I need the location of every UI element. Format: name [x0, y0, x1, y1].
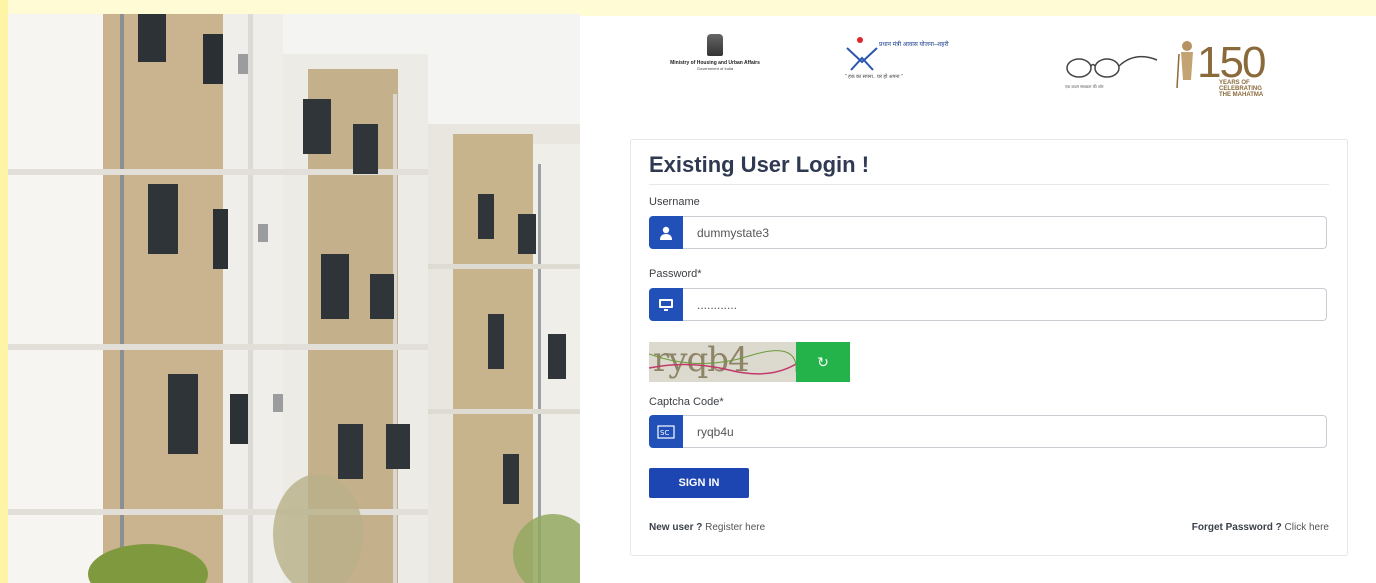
title-divider [649, 184, 1329, 185]
password-input[interactable]: ............ [683, 288, 1327, 321]
sign-in-button[interactable]: SIGN IN [649, 468, 749, 498]
register-row: New user ? Register here [649, 522, 765, 533]
login-title: Existing User Login ! [649, 152, 870, 177]
new-user-text: New user ? [649, 522, 703, 533]
login-card: Existing User Login ! Username dummystat… [630, 139, 1348, 556]
national-emblem-icon [707, 34, 723, 56]
swachh-text: एक कदम स्वच्छता की ओर [1065, 84, 1104, 89]
svg-text:SC: SC [660, 429, 669, 437]
logo-row: Ministry of Housing and Urban Affairs Go… [640, 34, 1340, 114]
refresh-icon: ↻ [817, 353, 829, 370]
glasses-icon [1066, 55, 1158, 78]
captcha-group: SC ryqb4u [649, 415, 1328, 448]
building-photo [8, 14, 580, 583]
pmay-tagline: " हक का सपना.. घर हो अपना " [845, 74, 903, 80]
username-label: Username [649, 196, 700, 208]
captcha-label: Captcha Code* [649, 396, 724, 408]
captcha-input[interactable]: ryqb4u [683, 415, 1327, 448]
forget-row: Forget Password ? Click here [1192, 522, 1329, 533]
user-icon [649, 216, 683, 249]
captcha-icon: SC [649, 415, 683, 448]
captcha-image: ryqb4 [649, 342, 796, 382]
password-group: ............ [649, 288, 1328, 321]
gandhi-150-text: YEARS OF CELEBRATING THE MAHATMA [1219, 80, 1264, 98]
pmay-name: प्रधान मंत्री आवास योजना–शहरी [879, 42, 949, 48]
username-group: dummystate3 [649, 216, 1328, 249]
click-here-link[interactable]: Click here [1285, 522, 1329, 533]
pmay-house-icon [846, 37, 878, 71]
register-link[interactable]: Register here [705, 522, 765, 533]
username-input[interactable]: dummystate3 [683, 216, 1327, 249]
left-frame-bar [0, 0, 8, 583]
monitor-icon [649, 288, 683, 321]
swachh-bharat-logo: एक कदम स्वच्छता की ओर [1065, 46, 1165, 89]
pmay-logo: प्रधान मंत्री आवास योजना–शहरी " हक का सप… [845, 36, 955, 80]
mohua-sub: Government of India [696, 66, 734, 71]
mohua-logo: Ministry of Housing and Urban Affairs Go… [660, 34, 770, 71]
gandhi-150-logo: 150 YEARS OF CELEBRATING THE MAHATMA [1175, 34, 1285, 104]
refresh-captcha-button[interactable]: ↻ [796, 342, 850, 382]
forget-password-text: Forget Password ? [1191, 522, 1282, 533]
gandhi-figure-icon [1176, 41, 1193, 89]
password-label: Password* [649, 268, 702, 280]
